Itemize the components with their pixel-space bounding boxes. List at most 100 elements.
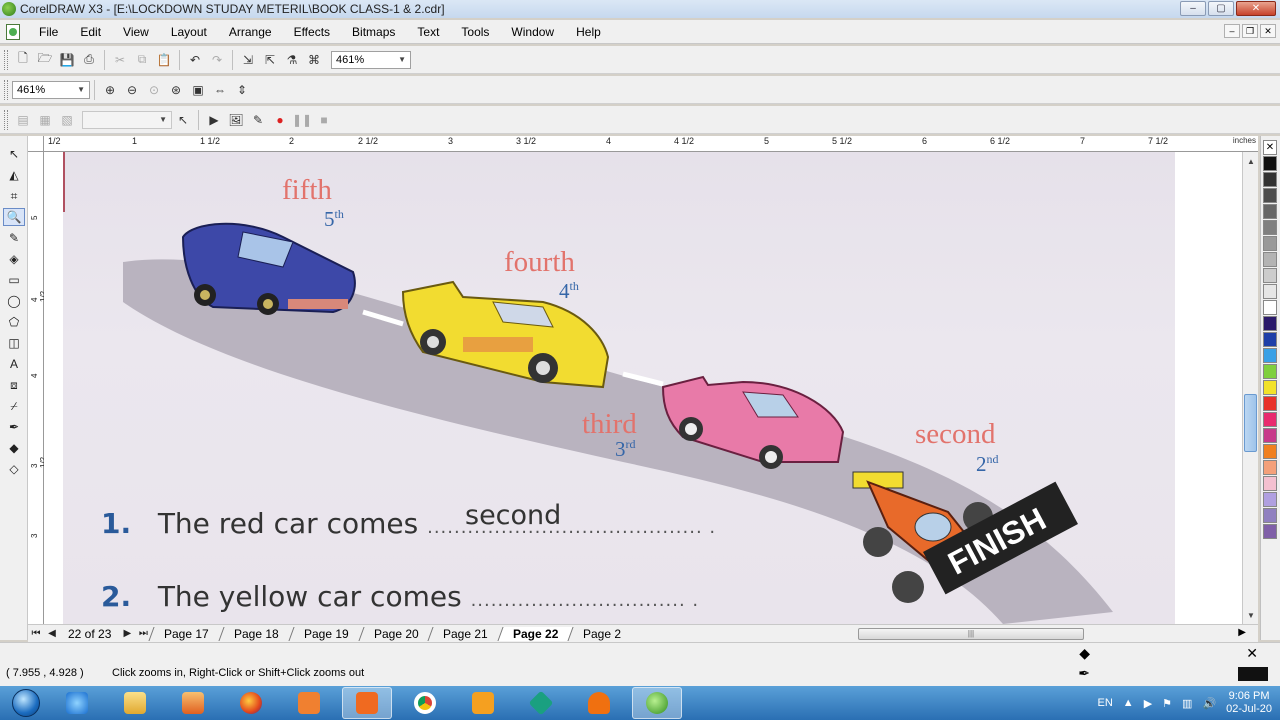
- menu-window[interactable]: Window: [500, 25, 565, 39]
- close-button[interactable]: ✕: [1236, 1, 1276, 16]
- color-swatch[interactable]: [1263, 204, 1277, 219]
- page-tab[interactable]: Page 2: [567, 626, 636, 641]
- interactive-blend-tool-icon[interactable]: ⧈: [3, 376, 25, 394]
- open-icon[interactable]: 🗁: [35, 50, 55, 70]
- freehand-tool-icon[interactable]: ✎: [3, 229, 25, 247]
- macro-editor-icon[interactable]: 🖼: [226, 110, 246, 130]
- network-icon[interactable]: ▥: [1182, 697, 1192, 710]
- fill-bucket-icon[interactable]: ◆: [1079, 645, 1090, 662]
- color-swatch[interactable]: [1263, 524, 1277, 539]
- macro-manager-icon[interactable]: ▤: [13, 110, 33, 130]
- menu-bitmaps[interactable]: Bitmaps: [341, 25, 406, 39]
- maximize-button[interactable]: ▢: [1208, 1, 1234, 16]
- scroll-up-icon[interactable]: ▲: [1245, 156, 1257, 168]
- color-swatch[interactable]: [1263, 268, 1277, 283]
- color-swatch[interactable]: [1263, 460, 1277, 475]
- shape-tool-icon[interactable]: ◭: [3, 166, 25, 184]
- color-swatch[interactable]: [1263, 348, 1277, 363]
- copy-icon[interactable]: ⧉: [132, 50, 152, 70]
- page-tab[interactable]: Page 21: [427, 626, 503, 641]
- page-tab[interactable]: Page 17: [148, 626, 224, 641]
- menu-arrange[interactable]: Arrange: [218, 25, 283, 39]
- pause-icon[interactable]: ❚❚: [292, 110, 312, 130]
- macro-design-icon[interactable]: ✎: [248, 110, 268, 130]
- color-swatch[interactable]: [1263, 188, 1277, 203]
- action-center-icon[interactable]: ⚑: [1162, 697, 1172, 710]
- taskbar-screen-recorder[interactable]: [284, 687, 334, 719]
- taskbar-media-player[interactable]: [168, 687, 218, 719]
- paste-icon[interactable]: 📋: [154, 50, 174, 70]
- taskbar-app-green[interactable]: [516, 687, 566, 719]
- color-swatch[interactable]: [1263, 444, 1277, 459]
- page-tab[interactable]: Page 18: [218, 626, 294, 641]
- page-tab-active[interactable]: Page 22: [497, 626, 573, 641]
- crop-tool-icon[interactable]: ⌗: [3, 187, 25, 205]
- zoom-to-page-width-icon[interactable]: ⇔: [210, 80, 230, 100]
- start-button[interactable]: [4, 687, 48, 719]
- print-icon[interactable]: ⎙: [79, 50, 99, 70]
- vertical-scroll-thumb[interactable]: [1244, 394, 1257, 452]
- tray-expand-icon[interactable]: ▲: [1123, 697, 1134, 709]
- page-bitmap[interactable]: FINISH fifth 5th fourth 4th third 3rd se…: [63, 152, 1175, 624]
- vertical-ruler[interactable]: 5 4 1/2 4 3 1/2 3: [28, 152, 48, 624]
- zoom-to-page-icon[interactable]: ▣: [188, 80, 208, 100]
- color-swatch[interactable]: [1263, 300, 1277, 315]
- previous-page-icon[interactable]: ◀: [44, 628, 60, 639]
- ellipse-tool-icon[interactable]: ◯: [3, 292, 25, 310]
- welcome-screen-icon[interactable]: ⌘: [304, 50, 324, 70]
- no-fill-swatch[interactable]: ✕: [1263, 140, 1277, 155]
- color-swatch[interactable]: [1263, 380, 1277, 395]
- export-icon[interactable]: ⇱: [260, 50, 280, 70]
- menu-effects[interactable]: Effects: [283, 25, 341, 39]
- taskbar-recorder-active[interactable]: [342, 687, 392, 719]
- doc-minimize-button[interactable]: –: [1224, 24, 1240, 38]
- zoom-levels-combo[interactable]: 461% ▼: [331, 50, 411, 69]
- outline-tool-icon[interactable]: ✒: [3, 418, 25, 436]
- record-icon[interactable]: ●: [270, 110, 290, 130]
- color-swatch[interactable]: [1263, 428, 1277, 443]
- taskbar-firefox[interactable]: [226, 687, 276, 719]
- scroll-right-icon[interactable]: ▶: [1238, 627, 1246, 638]
- color-swatch[interactable]: [1263, 492, 1277, 507]
- color-swatch[interactable]: [1263, 476, 1277, 491]
- doc-close-button[interactable]: ✕: [1260, 24, 1276, 38]
- horizontal-scrollbar[interactable]: ||| ▶: [828, 627, 1258, 641]
- document-icon[interactable]: [6, 23, 20, 40]
- macro-combo[interactable]: ▼: [82, 110, 172, 129]
- vsta-editor-icon[interactable]: ▧: [57, 110, 77, 130]
- zoom-out-icon[interactable]: ⊖: [122, 80, 142, 100]
- zoom-to-all-objects-icon[interactable]: ⊛: [166, 80, 186, 100]
- toolbar-grip[interactable]: [4, 109, 8, 130]
- page-tab[interactable]: Page 20: [357, 626, 433, 641]
- first-page-icon[interactable]: ⏮: [28, 628, 44, 639]
- color-swatch[interactable]: [1263, 156, 1277, 171]
- taskbar-chrome[interactable]: [400, 687, 450, 719]
- language-indicator[interactable]: EN: [1098, 697, 1113, 709]
- outline-pen-icon[interactable]: ✒: [1078, 665, 1090, 682]
- minimize-button[interactable]: –: [1180, 1, 1206, 16]
- menu-view[interactable]: View: [112, 25, 160, 39]
- taskbar-app-orange[interactable]: [574, 687, 624, 719]
- vba-editor-icon[interactable]: ▦: [35, 110, 55, 130]
- basic-shapes-tool-icon[interactable]: ◫: [3, 334, 25, 352]
- save-icon[interactable]: 💾: [57, 50, 77, 70]
- toolbar-grip[interactable]: [4, 79, 8, 100]
- vertical-scrollbar[interactable]: ▲ ▼: [1242, 152, 1258, 624]
- zoom-to-page-height-icon[interactable]: ⇕: [232, 80, 252, 100]
- new-document-icon[interactable]: 🗋: [13, 50, 33, 70]
- horizontal-ruler[interactable]: 1/2 1 1 1/2 2 2 1/2 3 3 1/2 4 4 1/2 5 5 …: [44, 136, 1258, 152]
- zoom-tool-icon[interactable]: 🔍: [3, 208, 25, 226]
- zoom-to-selected-icon[interactable]: ⊙: [144, 80, 164, 100]
- color-swatch[interactable]: [1263, 508, 1277, 523]
- taskbar-file-explorer[interactable]: [110, 687, 160, 719]
- ruler-origin[interactable]: [28, 136, 44, 152]
- menu-help[interactable]: Help: [565, 25, 612, 39]
- pointer-icon[interactable]: ↖: [173, 110, 193, 130]
- eyedropper-tool-icon[interactable]: ⌿: [3, 397, 25, 415]
- scroll-down-icon[interactable]: ▼: [1245, 610, 1257, 622]
- undo-icon[interactable]: ↶: [185, 50, 205, 70]
- text-tool-icon[interactable]: A: [3, 355, 25, 373]
- menu-tools[interactable]: Tools: [450, 25, 500, 39]
- redo-icon[interactable]: ↷: [207, 50, 227, 70]
- fill-tool-icon[interactable]: ◆: [3, 439, 25, 457]
